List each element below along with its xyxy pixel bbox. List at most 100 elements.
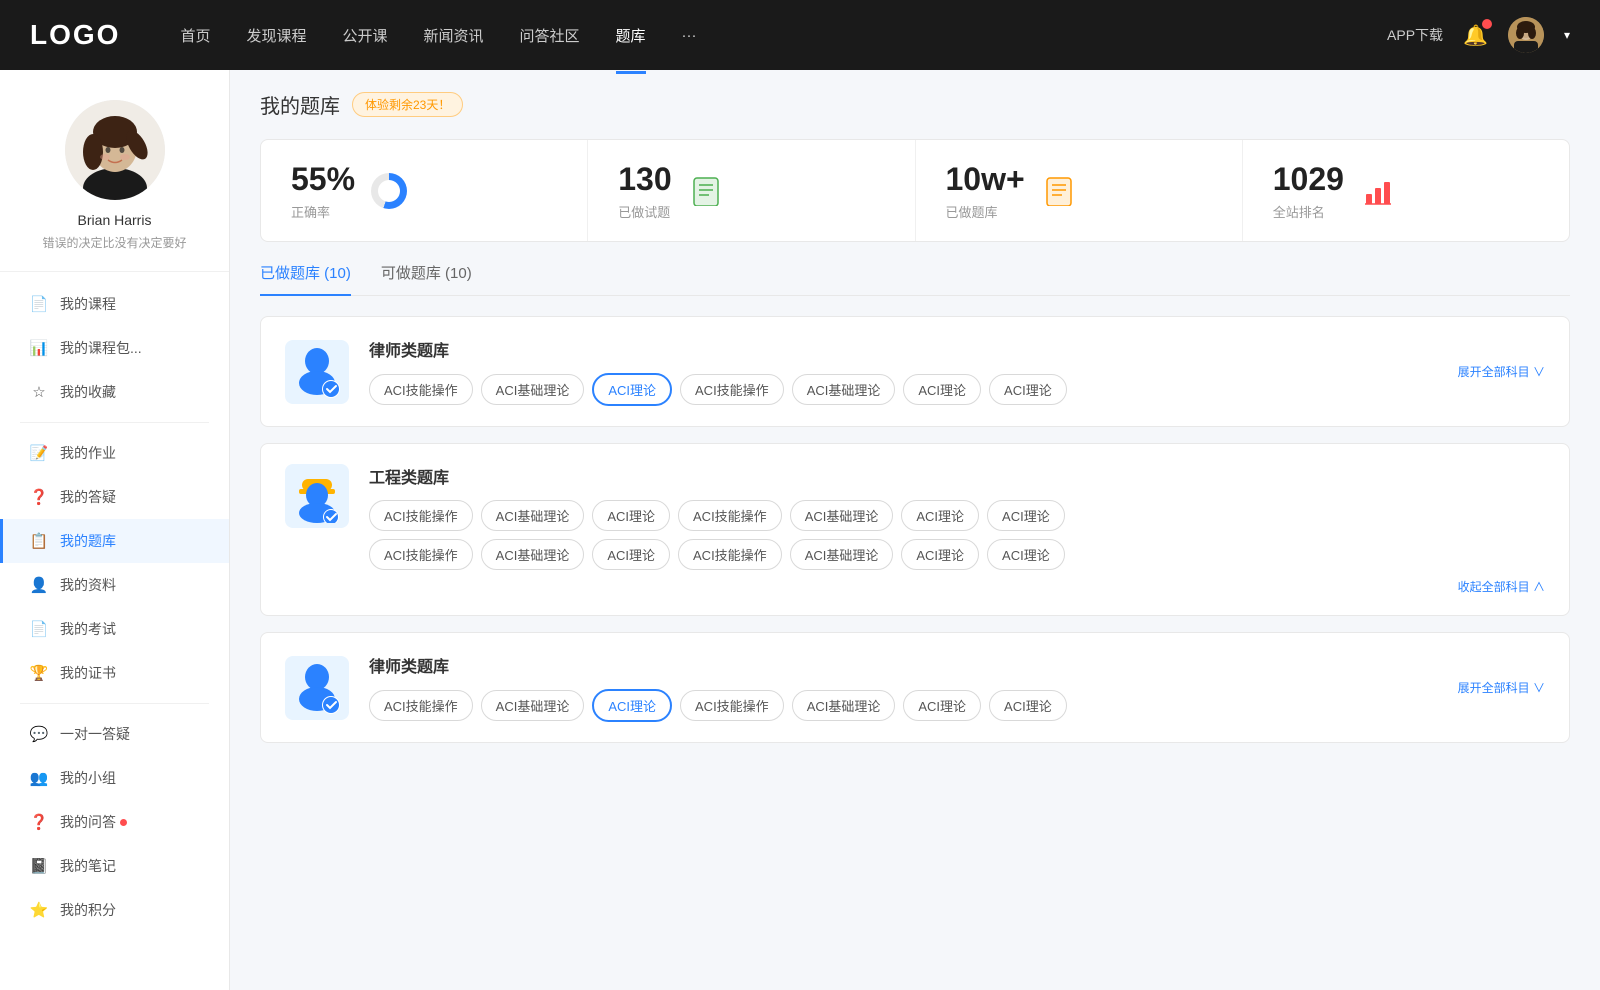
top-navigation: LOGO 首页 发现课程 公开课 新闻资讯 问答社区 题库 ··· APP下载 … [0, 0, 1600, 70]
profile-avatar[interactable] [65, 100, 165, 200]
sidebar-item-label: 我的积分 [60, 900, 116, 920]
sidebar-item-tutoring[interactable]: 💬 一对一答疑 [0, 712, 229, 756]
sidebar-item-homework[interactable]: 📝 我的作业 [0, 431, 229, 475]
certificates-icon: 🏆 [30, 664, 48, 682]
exams-icon: 📄 [30, 620, 48, 638]
nav-discover[interactable]: 发现课程 [246, 21, 306, 50]
expand-button-2[interactable]: 展开全部科目 ∨ [1458, 679, 1545, 696]
qbank-info-2: 律师类题库 ACI技能操作 ACI基础理论 ACI理论 ACI技能操作 ACI基… [369, 653, 1438, 722]
stat-accuracy-value: 55% [291, 160, 355, 198]
tabs-row: 已做题库 (10) 可做题库 (10) [260, 262, 1570, 296]
pie-chart [371, 173, 407, 209]
qbank-tag[interactable]: ACI技能操作 [678, 539, 782, 570]
qbank-tag[interactable]: ACI理论 [903, 690, 981, 721]
avatar-image [1508, 17, 1544, 53]
tab-available-banks[interactable]: 可做题库 (10) [381, 262, 472, 295]
favorites-icon: ☆ [30, 383, 48, 401]
stat-done-banks-text: 10w+ 已做题库 [946, 160, 1025, 221]
sidebar-item-label: 我的题库 [60, 531, 116, 551]
question-bank-icon: 📋 [30, 532, 48, 550]
user-avatar[interactable] [1508, 17, 1544, 53]
nav-question-bank[interactable]: 题库 [616, 21, 646, 50]
qbank-tag[interactable]: ACI基础理论 [790, 500, 894, 531]
qbank-tag[interactable]: ACI基础理论 [481, 500, 585, 531]
groups-icon: 👥 [30, 769, 48, 787]
sidebar-item-certificates[interactable]: 🏆 我的证书 [0, 651, 229, 695]
logo[interactable]: LOGO [30, 19, 120, 51]
nav-qa[interactable]: 问答社区 [520, 21, 580, 50]
qa-icon: ❓ [30, 488, 48, 506]
qbank-tag[interactable]: ACI技能操作 [369, 539, 473, 570]
qbank-tag[interactable]: ACI基础理论 [790, 539, 894, 570]
qbank-tag[interactable]: ACI理论 [987, 500, 1065, 531]
qbank-tag[interactable]: ACI理论 [901, 539, 979, 570]
notification-bell[interactable]: 🔔 [1463, 23, 1488, 48]
qbank-tag[interactable]: ACI技能操作 [369, 374, 473, 405]
app-download-link[interactable]: APP下载 [1387, 25, 1443, 45]
tab-done-banks[interactable]: 已做题库 (10) [260, 262, 351, 295]
trial-badge: 体验剩余23天！ [352, 92, 463, 117]
stats-row: 55% 正确率 130 已做试题 [260, 139, 1570, 242]
sidebar-item-exams[interactable]: 📄 我的考试 [0, 607, 229, 651]
qbank-title-2: 律师类题库 [369, 653, 1438, 677]
qbank-tag[interactable]: ACI技能操作 [680, 374, 784, 405]
qbank-tag[interactable]: ACI技能操作 [369, 500, 473, 531]
engineer-card-header: 工程类题库 ACI技能操作 ACI基础理论 ACI理论 ACI技能操作 ACI基… [285, 464, 1545, 578]
sidebar-item-groups[interactable]: 👥 我的小组 [0, 756, 229, 800]
sidebar-item-label: 我的问答 [60, 812, 116, 832]
user-dropdown-arrow[interactable]: ▾ [1564, 28, 1570, 42]
qbank-tag[interactable]: ACI基础理论 [481, 690, 585, 721]
qbank-footer-engineer: 收起全部科目 ∧ [285, 578, 1545, 595]
qbank-tag[interactable]: ACI理论 [987, 539, 1065, 570]
qbank-tags-row-1: ACI技能操作 ACI基础理论 ACI理论 ACI技能操作 ACI基础理论 AC… [369, 500, 1545, 531]
sidebar-item-label: 一对一答疑 [60, 724, 130, 744]
sidebar-item-label: 我的小组 [60, 768, 116, 788]
sidebar-menu: 📄 我的课程 📊 我的课程包... ☆ 我的收藏 📝 我的作业 ❓ 我的答疑 � [0, 272, 229, 942]
qbank-tag[interactable]: ACI理论 [989, 374, 1067, 405]
qbank-title-engineer: 工程类题库 [369, 464, 1545, 488]
sidebar-profile: Brian Harris 错误的决定比没有决定要好 [0, 70, 229, 272]
qbank-lawyer-icon-2 [285, 656, 349, 720]
sidebar-item-favorites[interactable]: ☆ 我的收藏 [0, 370, 229, 414]
nav-open-course[interactable]: 公开课 [342, 21, 387, 50]
qbank-tag[interactable]: ACI理论 [989, 690, 1067, 721]
sidebar-item-my-qa[interactable]: ❓ 我的问答 [0, 800, 229, 844]
sidebar-divider-1 [20, 422, 209, 423]
collapse-button-engineer[interactable]: 收起全部科目 ∧ [1458, 578, 1545, 595]
sidebar-item-points[interactable]: ⭐ 我的积分 [0, 888, 229, 932]
tutoring-icon: 💬 [30, 725, 48, 743]
qbank-tag[interactable]: ACI基础理论 [481, 539, 585, 570]
sidebar-item-courses[interactable]: 📄 我的课程 [0, 282, 229, 326]
qbank-title-1: 律师类题库 [369, 337, 1438, 361]
stat-done-questions: 130 已做试题 [588, 140, 915, 241]
stat-done-banks: 10w+ 已做题库 [916, 140, 1243, 241]
expand-button-1[interactable]: 展开全部科目 ∨ [1458, 363, 1545, 380]
sidebar-item-notes[interactable]: 📓 我的笔记 [0, 844, 229, 888]
stat-accuracy-text: 55% 正确率 [291, 160, 355, 221]
qbank-tag[interactable]: ACI基础理论 [792, 690, 896, 721]
nav-more[interactable]: ··· [682, 23, 697, 48]
qbank-tag[interactable]: ACI基础理论 [792, 374, 896, 405]
qbank-tag[interactable]: ACI基础理论 [481, 374, 585, 405]
lawyer2-card-header: 律师类题库 ACI技能操作 ACI基础理论 ACI理论 ACI技能操作 ACI基… [285, 653, 1545, 722]
qbank-tag[interactable]: ACI理论 [592, 539, 670, 570]
sidebar-item-label: 我的证书 [60, 663, 116, 683]
nav-right: APP下载 🔔 ▾ [1387, 17, 1570, 53]
qbank-tag[interactable]: ACI理论 [903, 374, 981, 405]
qbank-info-1: 律师类题库 ACI技能操作 ACI基础理论 ACI理论 ACI技能操作 ACI基… [369, 337, 1438, 406]
qbank-tag[interactable]: ACI技能操作 [680, 690, 784, 721]
nav-news[interactable]: 新闻资讯 [424, 21, 484, 50]
qbank-tag[interactable]: ACI理论 [901, 500, 979, 531]
qbank-tag-active[interactable]: ACI理论 [592, 373, 672, 406]
nav-home[interactable]: 首页 [180, 21, 210, 50]
qbank-tag[interactable]: ACI技能操作 [369, 690, 473, 721]
sidebar-item-qa-me[interactable]: ❓ 我的答疑 [0, 475, 229, 519]
qbank-tag[interactable]: ACI理论 [592, 500, 670, 531]
sidebar-item-profile-data[interactable]: 👤 我的资料 [0, 563, 229, 607]
qbank-tag-active[interactable]: ACI理论 [592, 689, 672, 722]
main-content: 我的题库 体验剩余23天！ 55% 正确率 130 已做试题 [230, 70, 1600, 990]
sidebar-item-course-package[interactable]: 📊 我的课程包... [0, 326, 229, 370]
qbank-tag[interactable]: ACI技能操作 [678, 500, 782, 531]
sidebar-item-question-bank[interactable]: 📋 我的题库 [0, 519, 229, 563]
courses-icon: 📄 [30, 295, 48, 313]
